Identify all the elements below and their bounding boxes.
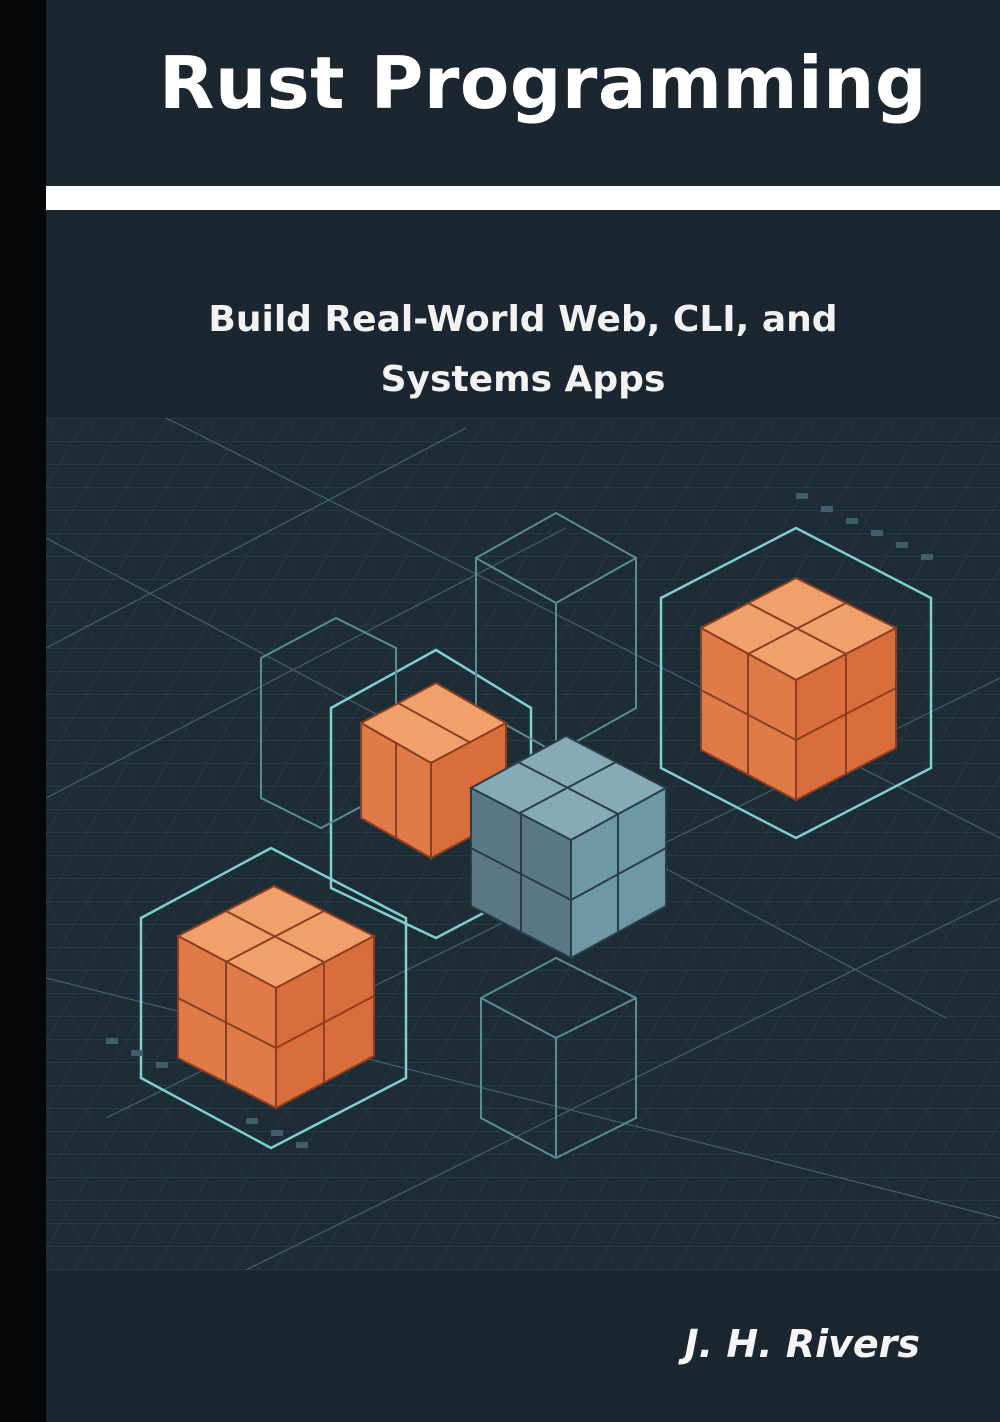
- book-subtitle: Build Real-World Web, CLI, and Systems A…: [46, 290, 1000, 410]
- book-title: Rust Programming: [159, 41, 927, 125]
- isometric-cubes-illustration: [46, 418, 1000, 1270]
- book-cover: Rust Programming Build Real-World Web, C…: [0, 0, 1000, 1422]
- title-divider: [46, 186, 1000, 210]
- author-name: J. H. Rivers: [684, 1322, 920, 1366]
- subtitle-line-2: Systems Apps: [380, 359, 666, 400]
- spine: [0, 0, 46, 1422]
- subtitle-line-1: Build Real-World Web, CLI, and: [208, 299, 838, 340]
